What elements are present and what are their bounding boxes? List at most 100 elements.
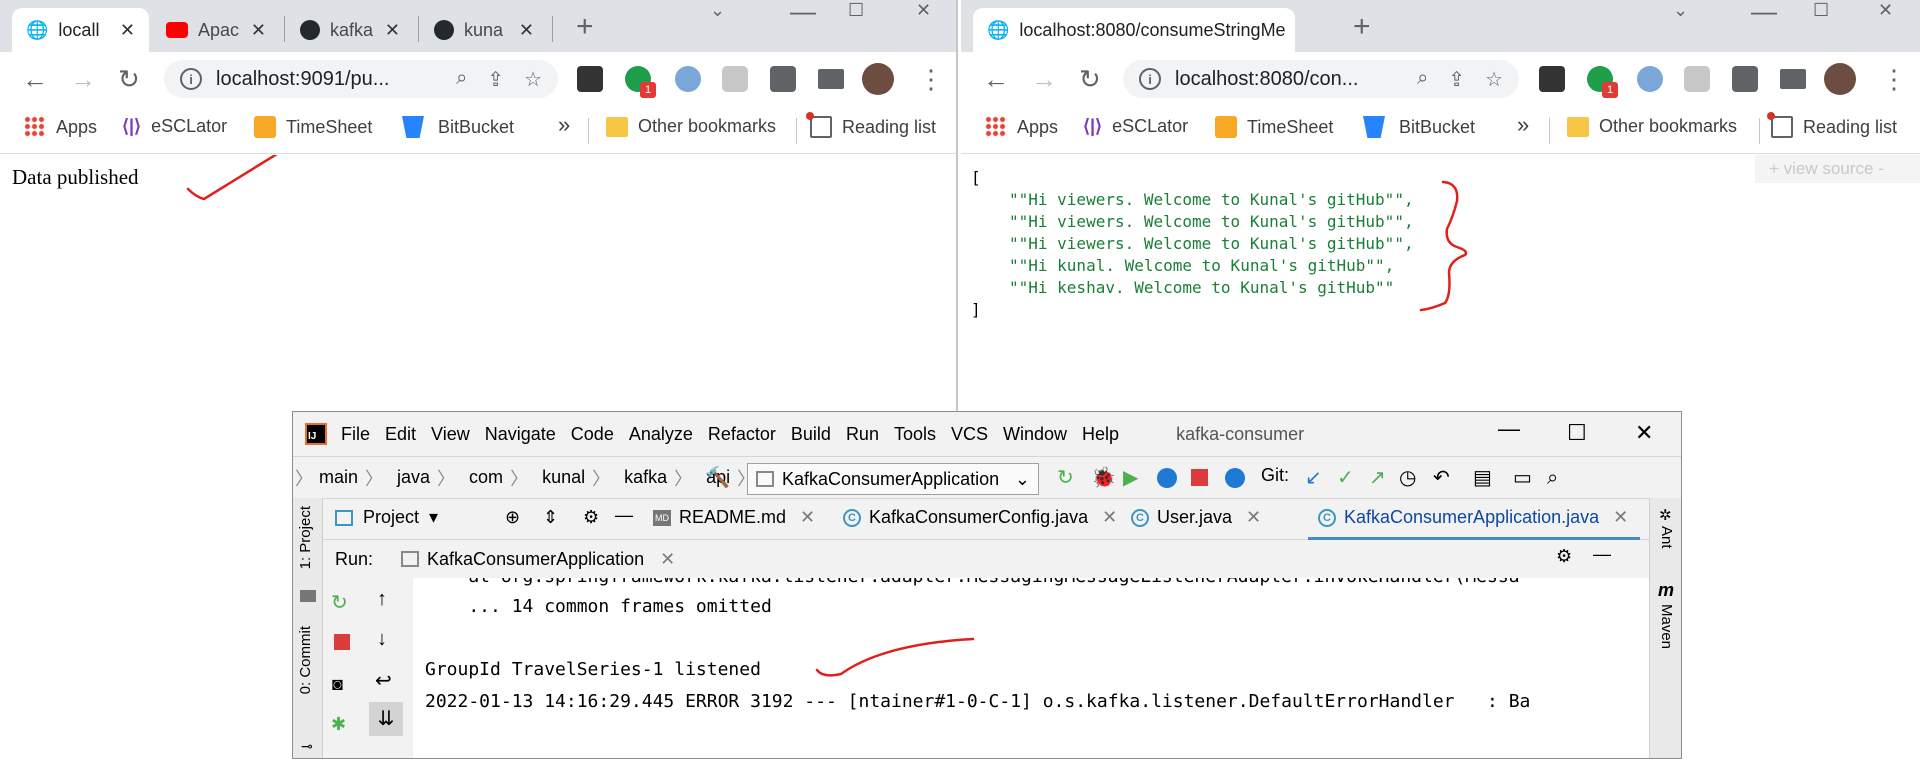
back-arrow-icon[interactable]: ←	[22, 64, 48, 95]
forward-arrow-icon[interactable]: →	[1031, 64, 1057, 95]
ide-close-icon[interactable]: ✕	[1635, 420, 1653, 446]
more-menu-icon[interactable]: ⋮	[918, 64, 944, 95]
minimize-icon[interactable]: —	[790, 0, 816, 27]
menu-analyze[interactable]: Analyze	[629, 424, 693, 445]
console-output[interactable]: at org.springframework.kafka.listener.ad…	[413, 578, 1649, 758]
tab-search-chevron-icon[interactable]: ⌄	[710, 0, 725, 21]
collapse-all-icon[interactable]: ⇕	[543, 507, 558, 528]
run-configuration-dropdown[interactable]: KafkaConsumerApplication ⌄	[747, 463, 1039, 495]
tool-tab-maven[interactable]: Maven	[1658, 604, 1675, 649]
close-window-icon[interactable]: ✕	[1878, 0, 1893, 21]
more-bookmarks-chevron[interactable]: »	[1517, 112, 1529, 138]
new-tab-plus-icon[interactable]: +	[1353, 10, 1371, 44]
bookmark-reading-list[interactable]: Reading list	[1767, 112, 1897, 138]
hide-panel-icon[interactable]: —	[615, 505, 633, 526]
profile-avatar[interactable]	[1824, 63, 1856, 95]
rerun-icon[interactable]: ↻	[1057, 468, 1074, 488]
camera-icon[interactable]	[1684, 66, 1710, 92]
run-tab[interactable]: KafkaConsumerApplication ✕	[401, 549, 675, 570]
browser-tab-apache[interactable]: Apac ✕	[152, 8, 280, 52]
camera-icon[interactable]	[722, 66, 748, 92]
download-extension-icon[interactable]	[1539, 66, 1565, 92]
editor-tab-kafka-consumer-application[interactable]: C KafkaConsumerApplication.java ✕	[1307, 507, 1641, 541]
menu-run[interactable]: Run	[846, 424, 879, 445]
menu-navigate[interactable]: Navigate	[485, 424, 556, 445]
settings-gear-icon[interactable]: ⚙	[583, 507, 599, 528]
address-bar[interactable]: i localhost:8080/con... ⌕ ⇪ ☆	[1123, 60, 1519, 98]
debug-bug-icon[interactable]: ✱	[331, 714, 346, 735]
close-icon[interactable]: ✕	[385, 20, 400, 41]
puzzle-extensions-icon[interactable]	[770, 66, 796, 92]
soft-wrap-icon[interactable]: ↩	[375, 668, 392, 693]
browser-tab-consume-string[interactable]: 🌐 localhost:8080/consumeStringMe ✕	[973, 8, 1295, 52]
project-panel-header[interactable]: Project ▾	[335, 507, 438, 528]
scroll-to-end-icon[interactable]: ⇊	[369, 702, 403, 736]
locate-target-icon[interactable]: ⊕	[505, 507, 520, 528]
maximize-icon[interactable]: ☐	[848, 0, 864, 21]
maximize-icon[interactable]: ☐	[1813, 0, 1829, 21]
media-queue-icon[interactable]	[1780, 69, 1806, 89]
stop-icon[interactable]	[334, 634, 350, 650]
star-bookmark-icon[interactable]: ☆	[1485, 67, 1503, 92]
breadcrumb-kunal[interactable]: kunal	[542, 467, 585, 488]
rerun-icon[interactable]: ↻	[331, 590, 348, 615]
tool-tab-ant[interactable]: Ant	[1658, 526, 1675, 549]
rollback-icon[interactable]: ↶	[1433, 468, 1450, 488]
build-hammer-icon[interactable]: 🔨	[705, 468, 730, 488]
menu-edit[interactable]: Edit	[385, 424, 416, 445]
menu-build[interactable]: Build	[791, 424, 831, 445]
reload-icon[interactable]: ↻	[1079, 64, 1101, 95]
git-push-icon[interactable]: ↗	[1369, 468, 1386, 488]
profile-avatar[interactable]	[862, 63, 894, 95]
git-update-icon[interactable]: ↙	[1305, 468, 1322, 488]
breadcrumb-main[interactable]: main	[319, 467, 358, 488]
view-source-toggle[interactable]: + view source -	[1755, 155, 1920, 183]
zoom-search-icon[interactable]: ⌕	[1417, 67, 1428, 92]
git-commit-check-icon[interactable]: ✓	[1337, 468, 1354, 488]
bookmark-timesheet[interactable]: TimeSheet	[254, 116, 372, 138]
breadcrumb-kafka[interactable]: kafka	[624, 467, 667, 488]
bookmark-apps[interactable]: Apps	[985, 116, 1058, 138]
close-icon[interactable]: ✕	[251, 20, 266, 41]
editor-tab-kafka-consumer-config[interactable]: C KafkaConsumerConfig.java ✕	[843, 507, 1117, 528]
search-icon[interactable]: ⌕	[1547, 468, 1558, 488]
info-icon[interactable]: i	[180, 68, 202, 90]
close-icon[interactable]: ✕	[1613, 507, 1628, 528]
bookmark-timesheet[interactable]: TimeSheet	[1215, 116, 1333, 138]
editor-tab-user[interactable]: C User.java ✕	[1131, 507, 1261, 528]
menu-view[interactable]: View	[431, 424, 470, 445]
bookmark-apps[interactable]: Apps	[24, 116, 97, 138]
reload-icon[interactable]: ↻	[118, 64, 140, 95]
bookmark-bitbucket[interactable]: BitBucket	[402, 116, 514, 138]
menu-refactor[interactable]: Refactor	[708, 424, 776, 445]
breadcrumb-com[interactable]: com	[469, 467, 503, 488]
menu-tools[interactable]: Tools	[894, 424, 936, 445]
share-icon[interactable]: ⇪	[1448, 67, 1465, 92]
editor-tab-readme[interactable]: MD README.md ✕	[653, 507, 815, 528]
presentation-icon[interactable]: ▭	[1513, 468, 1532, 488]
hide-panel-icon[interactable]: —	[1593, 544, 1611, 565]
tab-search-chevron-icon[interactable]: ⌄	[1673, 0, 1688, 21]
download-extension-icon[interactable]	[577, 66, 603, 92]
bookmark-other-bookmarks[interactable]: Other bookmarks	[606, 116, 776, 137]
search-everywhere-icon[interactable]	[1225, 468, 1245, 488]
menu-help[interactable]: Help	[1082, 424, 1119, 445]
blue-extension-icon[interactable]	[675, 66, 701, 92]
blue-extension-icon[interactable]	[1637, 66, 1663, 92]
bookmark-bitbucket[interactable]: BitBucket	[1363, 116, 1475, 138]
ide-minimize-icon[interactable]: —	[1498, 416, 1520, 442]
forward-arrow-icon[interactable]: →	[70, 64, 96, 95]
minimize-icon[interactable]: —	[1751, 0, 1777, 27]
back-arrow-icon[interactable]: ←	[983, 64, 1009, 95]
close-window-icon[interactable]: ✕	[916, 0, 931, 21]
bookmark-esclator[interactable]: ⟨|⟩ eSCLator	[1083, 116, 1188, 137]
up-arrow-icon[interactable]: ↑	[377, 588, 387, 611]
zoom-search-icon[interactable]: ⌕	[456, 67, 467, 92]
browser-tab-kafka[interactable]: kafka ✕	[286, 8, 414, 52]
project-structure-icon[interactable]: ▤	[1473, 468, 1492, 488]
settings-gear-icon[interactable]: ⚙	[1556, 546, 1572, 567]
debug-bug-icon[interactable]: 🐞	[1091, 468, 1116, 488]
coverage-icon[interactable]: ▶	[1123, 468, 1138, 488]
breadcrumb-java[interactable]: java	[397, 467, 430, 488]
browser-tab-kunal[interactable]: kuna ✕	[420, 8, 548, 52]
